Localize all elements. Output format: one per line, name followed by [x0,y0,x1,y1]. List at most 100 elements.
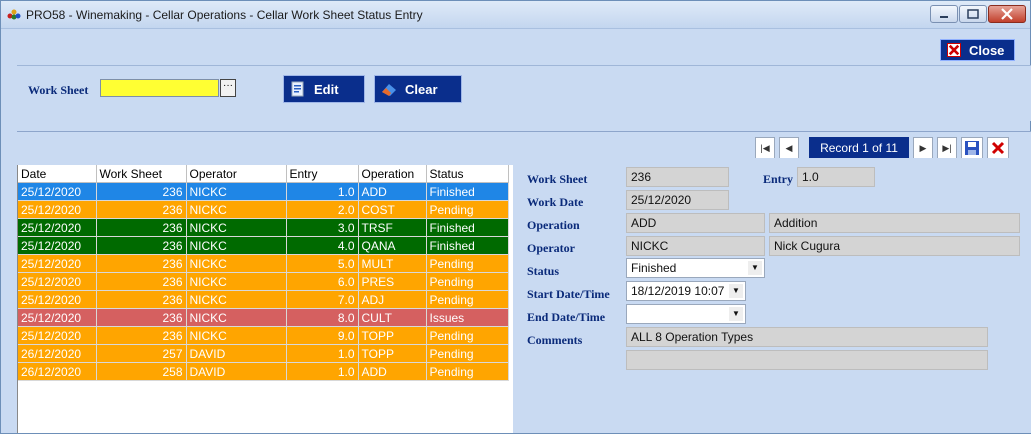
cell-entry[interactable]: 8.0 [286,308,359,327]
cell-date[interactable]: 25/12/2020 [18,326,97,345]
cell-worksheet[interactable]: 236 [96,218,187,237]
table-row[interactable]: 25/12/2020 236 NICKC 5.0 MULT Pending [18,254,509,273]
cell-date[interactable]: 25/12/2020 [18,182,97,201]
clear-button[interactable]: Clear [374,75,462,103]
cell-date[interactable]: 26/12/2020 [18,344,97,363]
worksheet-lookup-button[interactable]: ··· [220,79,236,97]
previous-record-button[interactable]: ◀ [779,137,799,159]
cell-date[interactable]: 25/12/2020 [18,218,97,237]
cell-entry[interactable]: 1.0 [286,182,359,201]
cell-entry[interactable]: 6.0 [286,272,359,291]
cell-entry[interactable]: 4.0 [286,236,359,255]
cell-operator[interactable]: NICKC [186,200,287,219]
table-row[interactable]: 25/12/2020 236 NICKC 4.0 QANA Finished [18,236,509,255]
cell-entry[interactable]: 1.0 [286,362,359,381]
cell-worksheet[interactable]: 236 [96,200,187,219]
cell-status[interactable]: Pending [426,362,509,381]
table-row[interactable]: 25/12/2020 236 NICKC 8.0 CULT Issues [18,308,509,327]
last-record-button[interactable]: ▶| [937,137,957,159]
cell-operation[interactable]: QANA [358,236,427,255]
cell-worksheet[interactable]: 236 [96,254,187,273]
column-header-operator[interactable]: Operator [186,165,287,183]
cell-operation[interactable]: COST [358,200,427,219]
minimize-button[interactable] [930,5,958,23]
cell-status[interactable]: Pending [426,272,509,291]
cell-operator[interactable]: NICKC [186,182,287,201]
cell-status[interactable]: Finished [426,236,509,255]
cell-operator[interactable]: NICKC [186,236,287,255]
cell-entry[interactable]: 2.0 [286,200,359,219]
delete-record-button[interactable] [987,137,1009,159]
cell-operator[interactable]: NICKC [186,254,287,273]
close-button[interactable]: Close [940,39,1015,61]
column-header-entry[interactable]: Entry [286,165,359,183]
maximize-button[interactable] [959,5,987,23]
edit-button[interactable]: Edit [283,75,365,103]
table-row[interactable]: 26/12/2020 258 DAVID 1.0 ADD Pending [18,362,509,381]
table-row[interactable]: 25/12/2020 236 NICKC 3.0 TRSF Finished [18,218,509,237]
cell-operation[interactable]: ADD [358,182,427,201]
table-row[interactable]: 25/12/2020 236 NICKC 9.0 TOPP Pending [18,326,509,345]
cell-entry[interactable]: 9.0 [286,326,359,345]
cell-operator[interactable]: NICKC [186,290,287,309]
cell-operation[interactable]: TOPP [358,344,427,363]
table-row[interactable]: 25/12/2020 236 NICKC 7.0 ADJ Pending [18,290,509,309]
cell-operator[interactable]: NICKC [186,326,287,345]
column-header-operation[interactable]: Operation [358,165,427,183]
cell-date[interactable]: 25/12/2020 [18,236,97,255]
cell-operation[interactable]: ADD [358,362,427,381]
cell-operation[interactable]: TOPP [358,326,427,345]
cell-date[interactable]: 25/12/2020 [18,272,97,291]
cell-operation[interactable]: PRES [358,272,427,291]
cell-status[interactable]: Pending [426,344,509,363]
cell-operation[interactable]: MULT [358,254,427,273]
cell-worksheet[interactable]: 236 [96,272,187,291]
cell-worksheet[interactable]: 236 [96,326,187,345]
worksheet-filter-input[interactable] [100,79,219,97]
cell-operator[interactable]: DAVID [186,362,287,381]
table-row[interactable]: 25/12/2020 236 NICKC 2.0 COST Pending [18,200,509,219]
next-record-button[interactable]: ▶ [913,137,933,159]
table-row[interactable]: 26/12/2020 257 DAVID 1.0 TOPP Pending [18,344,509,363]
cell-entry[interactable]: 7.0 [286,290,359,309]
cell-worksheet[interactable]: 236 [96,182,187,201]
cell-operator[interactable]: NICKC [186,272,287,291]
detail-end-datetime-picker[interactable]: ▼ [626,304,746,324]
cell-entry[interactable]: 5.0 [286,254,359,273]
save-button[interactable] [961,137,983,159]
detail-comments-field-2[interactable] [626,350,988,370]
first-record-button[interactable]: |◀ [755,137,775,159]
cell-entry[interactable]: 3.0 [286,218,359,237]
cell-entry[interactable]: 1.0 [286,344,359,363]
cell-status[interactable]: Issues [426,308,509,327]
window-close-button[interactable] [988,5,1026,23]
cell-operation[interactable]: TRSF [358,218,427,237]
detail-comments-field[interactable]: ALL 8 Operation Types [626,327,988,347]
cell-date[interactable]: 25/12/2020 [18,254,97,273]
cell-status[interactable]: Finished [426,182,509,201]
cell-date[interactable]: 26/12/2020 [18,362,97,381]
cell-status[interactable]: Finished [426,218,509,237]
cell-operator[interactable]: NICKC [186,218,287,237]
cell-date[interactable]: 25/12/2020 [18,200,97,219]
column-header-date[interactable]: Date [18,165,97,183]
cell-date[interactable]: 25/12/2020 [18,308,97,327]
detail-status-dropdown[interactable]: Finished ▼ [626,258,765,278]
detail-start-datetime-picker[interactable]: 18/12/2019 10:07 ▼ [626,281,746,301]
cell-status[interactable]: Pending [426,200,509,219]
column-header-worksheet[interactable]: Work Sheet [96,165,187,183]
cell-worksheet[interactable]: 258 [96,362,187,381]
cell-operation[interactable]: CULT [358,308,427,327]
column-header-status[interactable]: Status [426,165,509,183]
cell-operator[interactable]: NICKC [186,308,287,327]
cell-status[interactable]: Pending [426,290,509,309]
cell-worksheet[interactable]: 236 [96,236,187,255]
cell-date[interactable]: 25/12/2020 [18,290,97,309]
cell-worksheet[interactable]: 257 [96,344,187,363]
cell-operator[interactable]: DAVID [186,344,287,363]
table-row[interactable]: 25/12/2020 236 NICKC 1.0 ADD Finished [18,182,509,201]
cell-worksheet[interactable]: 236 [96,290,187,309]
table-row[interactable]: 25/12/2020 236 NICKC 6.0 PRES Pending [18,272,509,291]
cell-worksheet[interactable]: 236 [96,308,187,327]
cell-status[interactable]: Pending [426,254,509,273]
